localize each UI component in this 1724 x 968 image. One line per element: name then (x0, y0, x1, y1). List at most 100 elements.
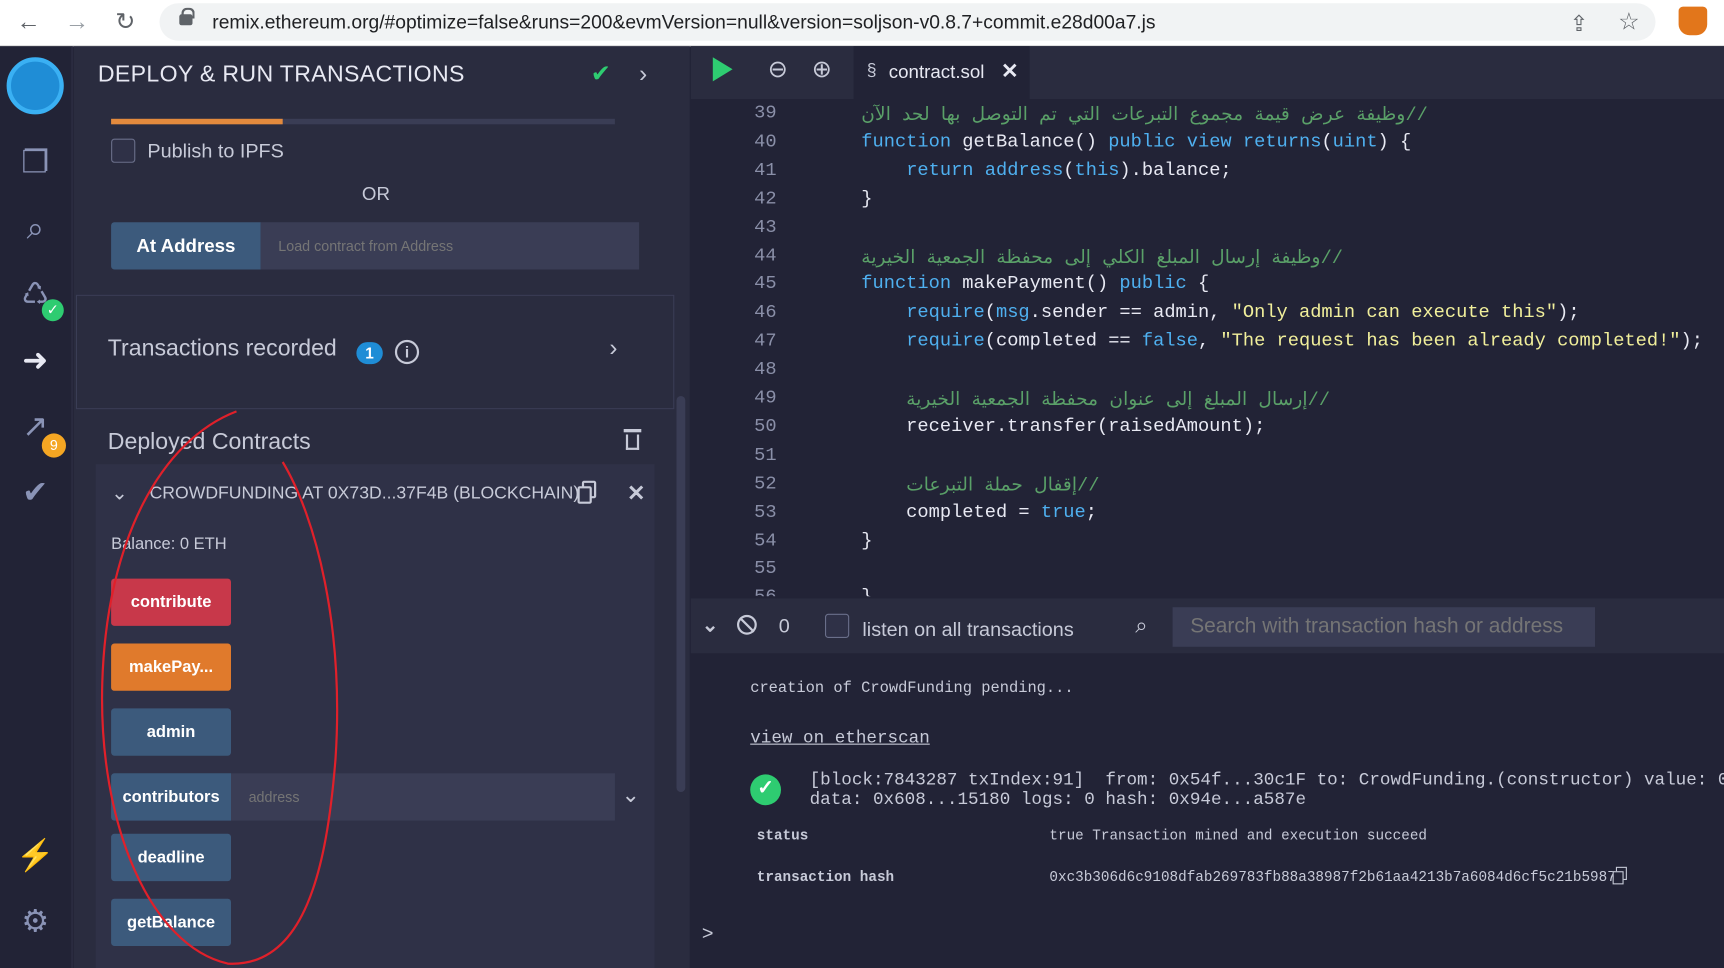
line-number: 51 (754, 445, 777, 467)
code-line[interactable]: completed = true; (861, 502, 1097, 523)
bookmark-star-icon[interactable]: ☆ (1618, 8, 1640, 37)
panel-scrollbar[interactable] (676, 396, 686, 792)
status-check-icon: ✔ (590, 59, 611, 87)
clear-console-icon[interactable] (737, 614, 757, 635)
tab-label: contract.sol (888, 61, 985, 83)
code-line[interactable]: } (861, 531, 872, 552)
tab-contract-sol[interactable]: § contract.sol ✕ (853, 46, 1030, 99)
listen-all-checkbox[interactable] (825, 613, 850, 638)
line-number: 48 (754, 359, 777, 381)
search-icon: ⌕ (1135, 613, 1148, 638)
close-tab-icon[interactable]: ✕ (1001, 59, 1019, 84)
publish-ipfs-label: Publish to IPFS (147, 139, 284, 162)
reload-icon[interactable]: ↻ (108, 4, 143, 39)
code-line[interactable]: } (861, 588, 872, 596)
code-line[interactable]: //إقفال حملة التبرعات (861, 474, 1099, 497)
code-line[interactable]: } (861, 189, 872, 210)
code-line[interactable]: require(msg.sender == admin, "Only admin… (861, 303, 1579, 324)
line-number: 50 (754, 416, 777, 438)
line-number: 45 (754, 274, 777, 296)
progress-fill (111, 118, 283, 125)
status-value: true Transaction mined and execution suc… (1049, 827, 1427, 844)
run-play-icon[interactable] (712, 57, 733, 82)
deploy-run-icon[interactable]: ➜ (15, 341, 55, 381)
code-line[interactable]: function makePayment() public { (861, 274, 1209, 295)
deploy-run-panel: DEPLOY & RUN TRANSACTIONS ✔ › Publish to… (73, 46, 690, 968)
at-address-button[interactable]: At Address (111, 222, 261, 270)
terminal-prompt[interactable]: > (702, 924, 714, 946)
transactions-count-badge: 1 (356, 342, 383, 365)
terminal-output: creation of CrowdFunding pending... view… (690, 653, 1724, 968)
tx-summary-line-2[interactable]: data: 0x608...15180 logs: 0 hash: 0x94e.… (810, 790, 1306, 810)
search-icon[interactable]: ⌕ (15, 209, 55, 249)
address-bar[interactable]: remix.ethereum.org/#optimize=false&runs=… (159, 3, 1656, 41)
code-line[interactable]: return address(this).balance; (861, 160, 1231, 181)
at-address-input[interactable] (260, 222, 640, 270)
chevron-right-icon[interactable]: › (639, 59, 647, 88)
notification-badge: 9 (41, 433, 66, 458)
line-number: 49 (754, 388, 777, 410)
url-text: remix.ethereum.org/#optimize=false&runs=… (212, 11, 1156, 33)
plugin-manager-icon[interactable]: ⚡ (15, 836, 55, 876)
line-number: 41 (754, 160, 777, 182)
progress-track (111, 118, 615, 125)
line-number: 44 (754, 245, 777, 267)
listen-all-label: listen on all transactions (862, 618, 1074, 641)
code-area[interactable]: 39 //وظيفة عرض قيمة مجموع التبرعات التي ت… (691, 99, 1724, 596)
panel-title: DEPLOY & RUN TRANSACTIONS (97, 61, 465, 87)
etherscan-link[interactable]: view on etherscan (750, 728, 930, 748)
line-number: 46 (754, 302, 777, 324)
browser-toolbar: ← → ↻ remix.ethereum.org/#optimize=false… (0, 0, 1724, 47)
pending-tx-count: 0 (778, 614, 790, 637)
red-hand-drawn-circle (100, 410, 339, 965)
share-icon[interactable]: ⇪ (1570, 10, 1588, 38)
zoom-out-icon[interactable]: ⊖ (768, 55, 788, 84)
icon-rail: ❐ ⌕ ♺ ✓ ➜ ↗ 9 ✔ ⚡ ⚙ (0, 46, 73, 968)
copy-icon[interactable] (577, 480, 598, 505)
metamask-fox-icon[interactable] (1678, 6, 1708, 36)
code-line[interactable]: function getBalance() public view return… (861, 132, 1411, 153)
transactions-recorded-section[interactable]: Transactions recorded 1 i › (75, 294, 675, 410)
line-number: 54 (754, 530, 777, 552)
code-line[interactable]: //وظيفة عرض قيمة مجموع التبرعات التي تم … (861, 103, 1428, 127)
copy-hash-icon[interactable] (1612, 866, 1628, 885)
status-key: status (756, 827, 809, 844)
solidity-file-icon: § (866, 61, 877, 81)
line-number: 52 (754, 473, 777, 495)
code-editor: ⊖ ⊕ § contract.sol ✕ 39 //وظيفة عرض قيمة … (690, 46, 1724, 596)
back-arrow-icon[interactable]: ← (11, 4, 46, 39)
code-line[interactable]: receiver.transfer(raisedAmount); (861, 417, 1265, 438)
settings-gear-icon[interactable]: ⚙ (15, 902, 55, 942)
hash-key: transaction hash (756, 869, 895, 886)
line-number: 55 (754, 559, 777, 581)
line-number: 40 (754, 131, 777, 153)
unit-testing-check-icon[interactable]: ✔ (15, 473, 55, 513)
collapse-terminal-icon[interactable]: ⌄ (702, 614, 719, 637)
remix-logo-icon[interactable] (6, 57, 64, 115)
compile-success-check-icon: ✓ (41, 299, 64, 322)
zoom-in-icon[interactable]: ⊕ (812, 55, 832, 84)
success-check-icon: ✓ (750, 774, 781, 806)
line-number: 47 (754, 331, 777, 353)
code-line[interactable]: require(completed == false, "The request… (861, 331, 1703, 352)
info-icon[interactable]: i (394, 339, 420, 365)
file-explorer-icon[interactable]: ❐ (15, 143, 55, 183)
terminal-toolbar: ⌄ 0 listen on all transactions ⌕ (690, 598, 1724, 654)
chevron-down-icon[interactable]: ⌄ (622, 781, 640, 809)
terminal-search-input[interactable] (1172, 607, 1595, 647)
tx-summary-line-1[interactable]: [block:7843287 txIndex:91] from: 0x54f..… (810, 770, 1724, 790)
trash-icon[interactable] (623, 429, 642, 451)
or-label: OR (361, 183, 390, 205)
forward-arrow-icon[interactable]: → (59, 4, 94, 39)
code-line[interactable]: //إرسال المبلغ إلى عنوان محفظة الجمعية ا… (861, 388, 1330, 412)
pending-message: creation of CrowdFunding pending... (750, 679, 1074, 698)
lock-icon (179, 7, 195, 26)
publish-ipfs-checkbox[interactable] (111, 138, 136, 163)
line-number: 56 (691, 588, 776, 596)
code-line[interactable]: //وظيفة إرسال المبلغ الكلي إلى محفظة الج… (861, 246, 1343, 269)
chevron-right-icon[interactable]: › (609, 333, 617, 362)
hash-value: 0xc3b306d6c9108dfab269783fb88a38987f2b61… (1049, 869, 1616, 886)
line-number: 39 (754, 103, 777, 125)
line-number: 42 (754, 188, 777, 210)
close-icon[interactable]: ✕ (627, 480, 645, 508)
